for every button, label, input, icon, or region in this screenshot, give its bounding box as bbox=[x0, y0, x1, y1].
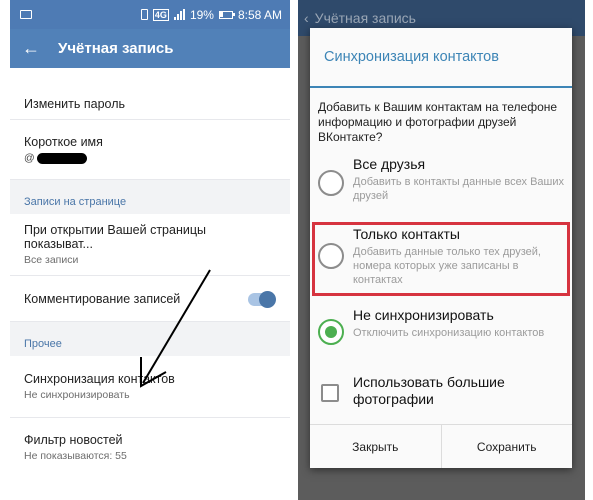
open-page-item[interactable]: При открытии Вашей страницы показыват...… bbox=[10, 214, 290, 276]
radio-no-sync-selected[interactable] bbox=[318, 319, 344, 345]
sync-contacts-label: Синхронизация контактов bbox=[24, 372, 175, 386]
section-other-header: Прочее bbox=[10, 332, 290, 356]
dialog-buttons: Закрыть Сохранить bbox=[310, 424, 572, 468]
open-page-value: Все записи bbox=[24, 254, 79, 266]
news-filter-label: Фильтр новостей bbox=[24, 432, 123, 447]
option-desc: Отключить синхронизацию контактов bbox=[353, 327, 545, 339]
dialog-title: Синхронизация контактов bbox=[310, 28, 572, 88]
news-filter-value: Не показываются: 55 bbox=[24, 449, 127, 462]
account-settings-screen: 4G 19% 8:58 AM ← Учётная запись Изменить… bbox=[10, 0, 290, 500]
short-name-label: Короткое имя bbox=[24, 135, 103, 149]
open-page-label: При открытии Вашей страницы показыват... bbox=[24, 223, 206, 251]
option-title: Не синхронизировать bbox=[353, 307, 494, 323]
short-name-value: @ bbox=[24, 152, 276, 164]
redacted-mark bbox=[36, 152, 87, 164]
battery-icon bbox=[218, 10, 235, 19]
short-name-item[interactable]: Короткое имя @ bbox=[10, 120, 290, 180]
section-wall-header: Записи на странице bbox=[10, 190, 290, 214]
commenting-label: Комментирование записей bbox=[24, 291, 181, 306]
news-filter-item[interactable]: Фильтр новостей Не показываются: 55 bbox=[10, 418, 290, 476]
commenting-toggle[interactable] bbox=[248, 291, 276, 308]
change-password-label: Изменить пароль bbox=[24, 96, 126, 111]
option-all-friends[interactable]: Все друзья Добавить в контакты данные вс… bbox=[310, 156, 572, 216]
status-bar: 4G 19% 8:58 AM bbox=[10, 0, 290, 29]
sync-dialog-screen: ‹ Учётная запись Синхронизация контактов… bbox=[298, 0, 585, 500]
save-button[interactable]: Сохранить bbox=[440, 425, 573, 468]
option-desc: Добавить в контакты данные всех Ваших др… bbox=[353, 176, 565, 202]
app-toolbar: ← Учётная запись bbox=[10, 29, 290, 68]
battery-percent: 19% bbox=[189, 7, 214, 22]
large-photos-label: Использовать большие фотографии bbox=[353, 374, 505, 407]
option-title: Все друзья bbox=[353, 156, 426, 172]
sync-contacts-dialog: Синхронизация контактов Добавить к Вашим… bbox=[310, 28, 572, 468]
change-password-item[interactable]: Изменить пароль bbox=[10, 88, 290, 120]
radio-all-friends[interactable] bbox=[318, 170, 344, 196]
sync-contacts-item[interactable]: Синхронизация контактов Не синхронизиров… bbox=[10, 356, 290, 418]
gallery-notification-icon bbox=[20, 10, 32, 19]
option-no-sync[interactable]: Не синхронизировать Отключить синхрониза… bbox=[310, 307, 572, 357]
commenting-item[interactable]: Комментирование записей bbox=[10, 276, 290, 322]
background-title: Учётная запись bbox=[314, 10, 416, 26]
sync-contacts-value: Не синхронизировать bbox=[24, 389, 130, 401]
dialog-message: Добавить к Вашим контактам на телефоне и… bbox=[318, 100, 558, 144]
page-title: Учётная запись bbox=[58, 40, 174, 57]
clock: 8:58 AM bbox=[237, 7, 282, 22]
signal-icon bbox=[173, 9, 185, 20]
vibrate-icon bbox=[140, 9, 148, 20]
network-type: 4G bbox=[152, 8, 169, 21]
highlight-box bbox=[312, 222, 570, 296]
close-button[interactable]: Закрыть bbox=[310, 425, 441, 468]
large-photos-option[interactable]: Использовать большие фотографии bbox=[310, 374, 572, 414]
back-arrow-icon[interactable]: ← bbox=[22, 38, 52, 59]
large-photos-checkbox[interactable] bbox=[321, 384, 339, 402]
back-arrow-icon: ‹ bbox=[304, 10, 309, 26]
